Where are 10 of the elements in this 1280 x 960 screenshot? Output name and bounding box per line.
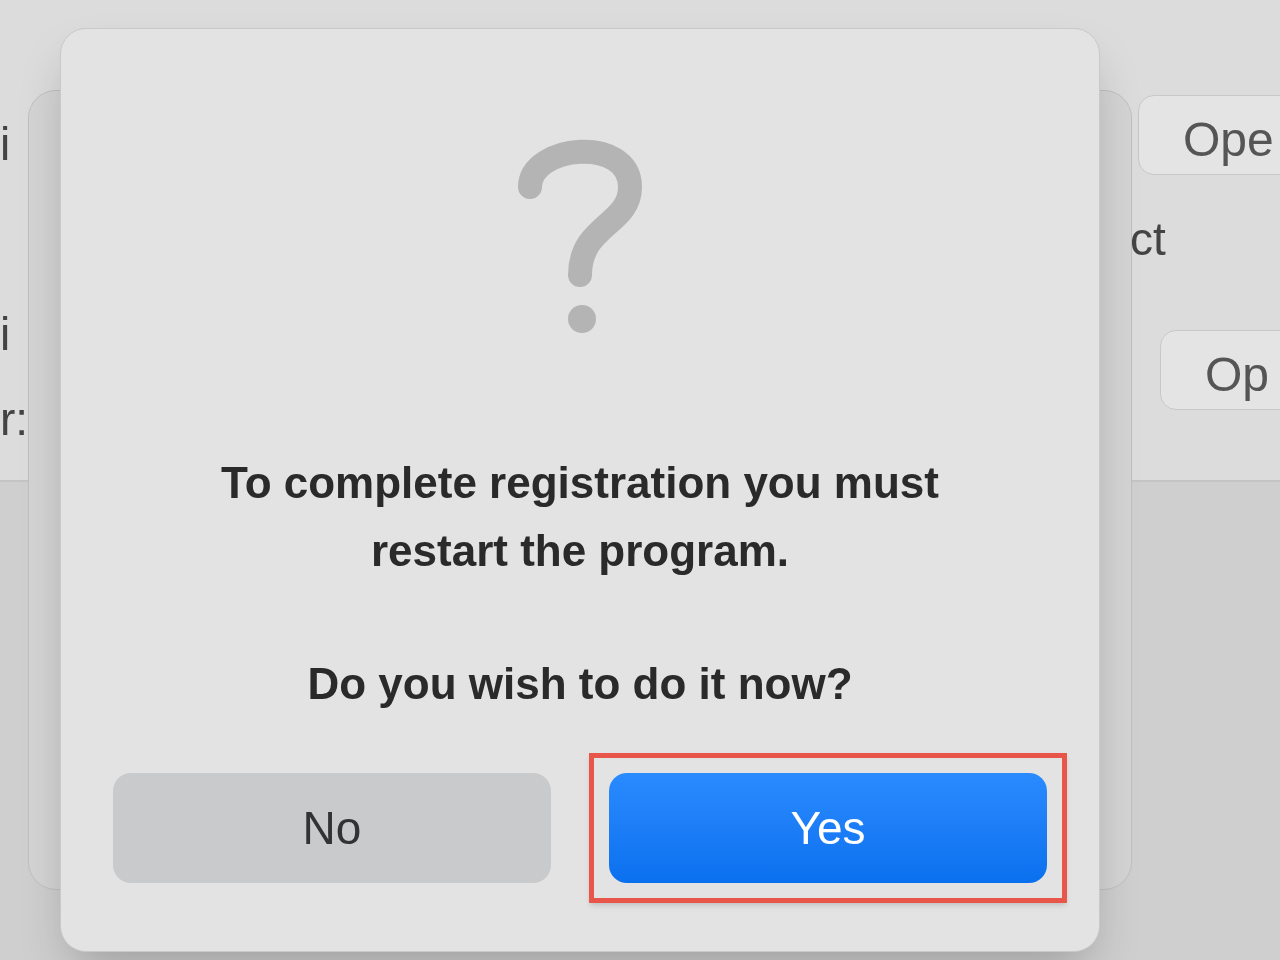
background-button[interactable]: Ope: [1138, 95, 1280, 175]
dialog-message: To complete registration you must restart the program.: [220, 457, 940, 577]
background-label: i: [0, 307, 11, 362]
default-button[interactable]: Yes: [609, 773, 1047, 883]
dialog-question: Do you wish to do it now?: [307, 658, 853, 710]
background-button[interactable]: Op: [1160, 330, 1280, 410]
dialog-button[interactable]: No: [113, 773, 551, 883]
background-label: i: [0, 117, 11, 172]
background-label: ct: [1130, 212, 1166, 267]
background-label: r:: [0, 392, 29, 447]
